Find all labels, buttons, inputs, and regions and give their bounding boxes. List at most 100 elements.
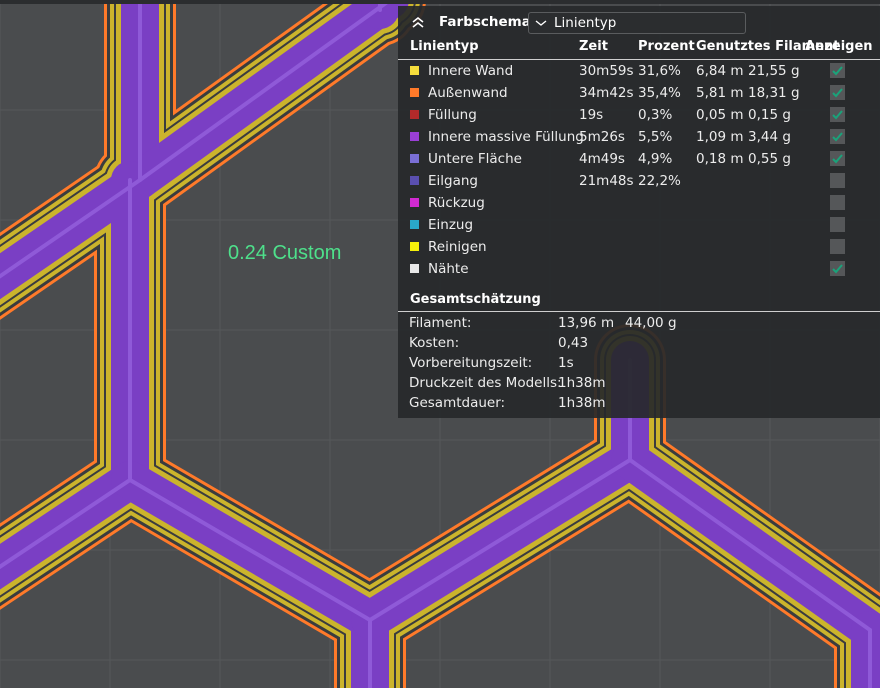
line-type-weight: 21,55 g	[748, 63, 800, 79]
checkmark-icon	[832, 110, 843, 120]
visibility-checkbox[interactable]	[830, 107, 845, 122]
line-type-row: Eilgang 21m48s 22,2%	[398, 170, 880, 192]
line-type-percent: 0,3%	[638, 107, 673, 123]
summary-value: 0,43	[558, 335, 589, 351]
solid-infill-line	[628, 458, 872, 632]
line-type-time: 34m42s	[579, 85, 634, 101]
line-type-time: 21m48s	[579, 173, 634, 189]
legend-panel: Farbschema Linientyp Linientyp Zeit Proz…	[398, 6, 880, 418]
checkmark-icon	[832, 88, 843, 98]
summary-row: Gesamtdauer: 1h38m	[398, 395, 880, 415]
line-type-time: 19s	[579, 107, 604, 123]
line-type-color-swatch	[410, 176, 419, 185]
line-type-color-swatch	[410, 132, 419, 141]
line-type-length: 0,18 m	[696, 151, 744, 167]
summary-label: Druckzeit des Modells:	[409, 375, 562, 391]
line-type-color-swatch	[410, 110, 419, 119]
line-type-length: 6,84 m	[696, 63, 744, 79]
line-type-name: Eilgang	[428, 173, 478, 189]
summary-row: Kosten: 0,43	[398, 335, 880, 355]
line-type-length: 1,09 m	[696, 129, 744, 145]
summary-value: 1h38m	[558, 375, 606, 391]
chevron-down-icon	[535, 20, 547, 26]
column-header-display: Anzeigen	[805, 39, 873, 54]
line-type-row: Füllung 19s 0,3% 0,05 m 0,15 g	[398, 104, 880, 126]
visibility-checkbox[interactable]	[830, 63, 845, 78]
line-type-name: Füllung	[428, 107, 477, 123]
line-type-percent: 5,5%	[638, 129, 673, 145]
visibility-checkbox[interactable]	[830, 151, 845, 166]
line-type-time: 4m49s	[579, 151, 625, 167]
visibility-checkbox[interactable]	[830, 261, 845, 276]
plate-profile-label: 0.24 Custom	[228, 242, 342, 264]
line-type-name: Reinigen	[428, 239, 487, 255]
summary-label: Gesamtdauer:	[409, 395, 506, 411]
column-header-percent: Prozent	[638, 39, 695, 54]
line-type-row: Einzug	[398, 214, 880, 236]
legend-header: Farbschema Linientyp	[398, 6, 880, 38]
summary-label: Vorbereitungszeit:	[409, 355, 533, 371]
summary-row: Druckzeit des Modells: 1h38m	[398, 375, 880, 395]
line-type-row: Innere massive Füllung 5m26s 5,5% 1,09 m 3,4…	[398, 126, 880, 148]
line-type-name: Innere Wand	[428, 63, 514, 79]
visibility-checkbox[interactable]	[830, 173, 845, 188]
summary-label: Kosten:	[409, 335, 460, 351]
color-scheme-value: Linientyp	[554, 15, 617, 31]
top-toolbar-strip	[0, 0, 880, 4]
visibility-checkbox[interactable]	[830, 129, 845, 144]
summary-row: Filament: 13,96 m 44,00 g	[398, 315, 880, 335]
line-type-percent: 22,2%	[638, 173, 681, 189]
summary-title: Gesamtschätzung	[410, 292, 541, 307]
line-type-name: Nähte	[428, 261, 469, 277]
line-type-row: Außenwand 34m42s 35,4% 5,81 m 18,31 g	[398, 82, 880, 104]
line-type-percent: 35,4%	[638, 85, 681, 101]
line-type-weight: 0,15 g	[748, 107, 791, 123]
line-type-percent: 31,6%	[638, 63, 681, 79]
summary-row: Vorbereitungszeit: 1s	[398, 355, 880, 375]
line-type-row: Untere Fläche 4m49s 4,9% 0,18 m 0,55 g	[398, 148, 880, 170]
line-type-name: Einzug	[428, 217, 474, 233]
summary-extra: 44,00 g	[625, 315, 677, 331]
line-type-length: 0,05 m	[696, 107, 744, 123]
line-type-name: Untere Fläche	[428, 151, 522, 167]
visibility-checkbox[interactable]	[830, 239, 845, 254]
checkmark-icon	[832, 154, 843, 164]
line-type-color-swatch	[410, 198, 419, 207]
visibility-checkbox[interactable]	[830, 195, 845, 210]
visibility-checkbox[interactable]	[830, 85, 845, 100]
line-type-name: Rückzug	[428, 195, 485, 211]
line-type-color-swatch	[410, 242, 419, 251]
summary-value: 1s	[558, 355, 574, 371]
line-type-weight: 0,55 g	[748, 151, 791, 167]
line-type-time: 5m26s	[579, 129, 625, 145]
checkmark-icon	[832, 264, 843, 274]
summary-value: 13,96 m	[558, 315, 615, 331]
line-type-weight: 3,44 g	[748, 129, 791, 145]
line-type-row: Reinigen	[398, 236, 880, 258]
visibility-checkbox[interactable]	[830, 217, 845, 232]
line-type-color-swatch	[410, 88, 419, 97]
line-type-color-swatch	[410, 66, 419, 75]
checkmark-icon	[832, 132, 843, 142]
line-type-name: Außenwand	[428, 85, 508, 101]
summary-divider	[398, 311, 880, 312]
line-type-row: Nähte	[398, 258, 880, 280]
line-type-color-swatch	[410, 154, 419, 163]
line-type-row: Innere Wand 30m59s 31,6% 6,84 m 21,55 g	[398, 60, 880, 82]
line-type-time: 30m59s	[579, 63, 634, 79]
column-header-line-type: Linientyp	[410, 39, 479, 54]
line-type-weight: 18,31 g	[748, 85, 800, 101]
solid-infill-line	[138, 0, 392, 182]
summary-label: Filament:	[409, 315, 472, 331]
summary-value: 1h38m	[558, 395, 606, 411]
line-type-percent: 4,9%	[638, 151, 673, 167]
line-type-length: 5,81 m	[696, 85, 744, 101]
line-type-color-swatch	[410, 220, 419, 229]
line-type-row: Rückzug	[398, 192, 880, 214]
collapse-chevron-icon[interactable]	[410, 14, 426, 30]
column-header-time: Zeit	[579, 39, 608, 54]
color-scheme-select[interactable]: Linientyp	[528, 12, 746, 34]
line-type-color-swatch	[410, 264, 419, 273]
legend-title: Farbschema	[439, 14, 531, 30]
line-type-name: Innere massive Füllung	[428, 129, 584, 145]
